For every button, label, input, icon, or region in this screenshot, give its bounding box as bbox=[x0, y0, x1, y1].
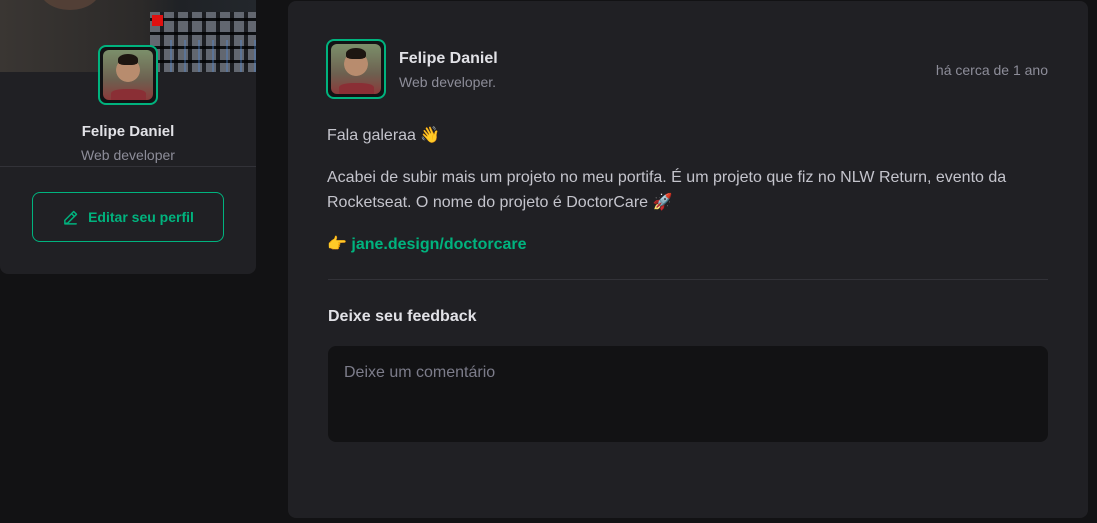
post-divider bbox=[328, 279, 1048, 280]
avatar bbox=[98, 45, 158, 105]
avatar-photo bbox=[103, 50, 153, 100]
profile-name: Felipe Daniel bbox=[81, 123, 175, 140]
post-author-avatar[interactable] bbox=[326, 39, 386, 99]
profile-role: Web developer bbox=[81, 147, 175, 163]
post-greeting: Fala galeraa 👋 bbox=[327, 127, 441, 144]
avatar-photo bbox=[331, 44, 381, 94]
comment-input[interactable] bbox=[328, 346, 1048, 442]
sidebar-divider bbox=[0, 166, 256, 167]
post-body: Acabei de subir mais um projeto no meu p… bbox=[327, 169, 1007, 211]
post-author-name: Felipe Daniel bbox=[399, 50, 498, 67]
post-content: Fala galeraa 👋 Acabei de subir mais um p… bbox=[327, 123, 1027, 274]
edit-profile-label: Editar seu perfil bbox=[88, 209, 194, 225]
post-author-role: Web developer. bbox=[399, 74, 497, 90]
project-link[interactable]: jane.design/doctorcare bbox=[351, 236, 526, 253]
pencil-icon bbox=[64, 210, 78, 225]
feedback-title: Deixe seu feedback bbox=[328, 308, 477, 325]
profile-sidebar: Felipe Daniel Web developer Editar seu p… bbox=[0, 0, 256, 274]
post-timestamp: há cerca de 1 ano bbox=[935, 62, 1048, 78]
edit-profile-button[interactable]: Editar seu perfil bbox=[32, 192, 224, 242]
post-card: Felipe Daniel Web developer. há cerca de… bbox=[288, 1, 1088, 518]
pointing-hand-emoji: 👉 bbox=[327, 236, 352, 253]
post-link-line: 👉 jane.design/doctorcare bbox=[327, 232, 1027, 257]
